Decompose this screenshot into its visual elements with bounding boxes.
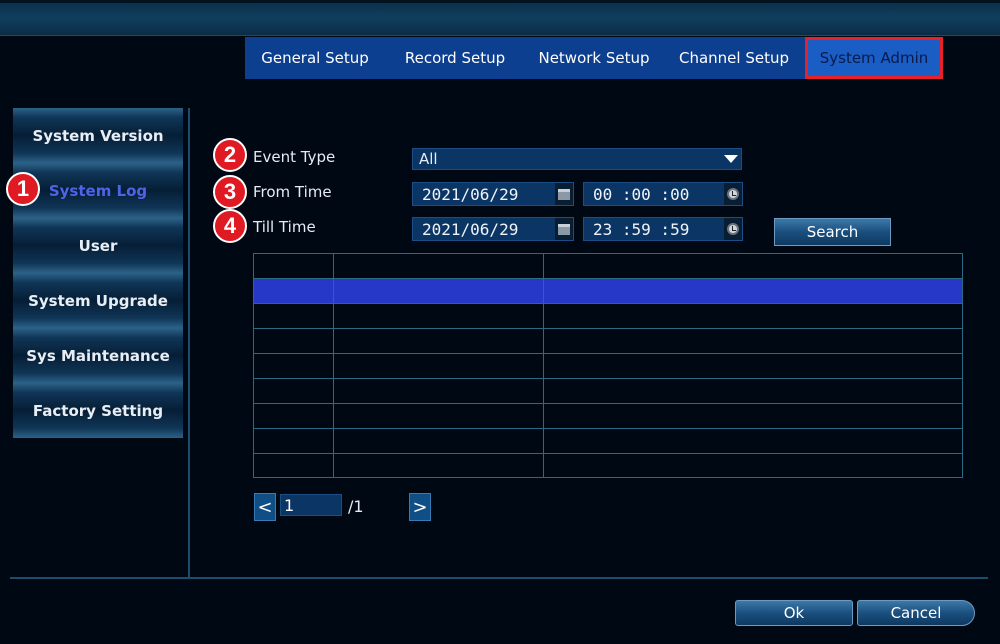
table-row[interactable]	[254, 429, 962, 454]
search-button[interactable]: Search	[774, 218, 891, 246]
till-date-value: 2021/06/29	[422, 219, 519, 239]
step-badge-4: 4	[213, 209, 247, 243]
chevron-down-icon[interactable]	[721, 149, 741, 169]
sidebar-item-user[interactable]: User	[13, 218, 183, 273]
step-badge-3: 3	[213, 175, 247, 209]
sidebar-item-factory-setting[interactable]: Factory Setting	[13, 383, 183, 438]
prev-page-button[interactable]: <	[254, 493, 276, 521]
clock-icon[interactable]	[724, 218, 742, 240]
sidebar-item-label: Factory Setting	[32, 401, 164, 420]
calendar-icon[interactable]	[555, 183, 573, 205]
tab-network-setup[interactable]: Network Setup	[525, 37, 663, 79]
tab-general-setup[interactable]: General Setup	[245, 37, 385, 79]
next-page-button[interactable]: >	[409, 493, 431, 521]
tab-system-admin[interactable]: System Admin	[805, 37, 943, 79]
event-type-label: Event Type	[253, 148, 336, 166]
event-type-select[interactable]: All	[412, 148, 742, 170]
calendar-icon[interactable]	[555, 218, 573, 240]
sidebar-item-system-upgrade[interactable]: System Upgrade	[13, 273, 183, 328]
step-badge-2: 2	[213, 138, 247, 172]
tab-channel-setup[interactable]: Channel Setup	[663, 37, 805, 79]
main-tabs: General Setup Record Setup Network Setup…	[245, 37, 943, 79]
sidebar-divider	[188, 108, 190, 578]
sidebar-item-system-version[interactable]: System Version	[13, 108, 183, 163]
from-time-value: 00 :00 :00	[593, 184, 690, 204]
table-row[interactable]	[254, 304, 962, 329]
sidebar-item-label: System Log	[48, 181, 148, 200]
page-number-input[interactable]: 1	[280, 494, 342, 516]
cancel-button[interactable]: Cancel	[857, 600, 975, 626]
table-row[interactable]	[254, 329, 962, 354]
from-time-label: From Time	[253, 183, 332, 201]
from-date-value: 2021/06/29	[422, 184, 519, 204]
log-table	[253, 253, 963, 478]
sidebar: System Version System Log User System Up…	[13, 108, 183, 438]
step-badge-1: 1	[6, 172, 40, 206]
table-row[interactable]	[254, 379, 962, 404]
till-time-field[interactable]: 23 :59 :59	[583, 217, 743, 241]
till-date-field[interactable]: 2021/06/29	[412, 217, 574, 241]
from-time-field[interactable]: 00 :00 :00	[583, 182, 743, 206]
from-date-field[interactable]: 2021/06/29	[412, 182, 574, 206]
table-row[interactable]	[254, 254, 962, 279]
table-row[interactable]	[254, 404, 962, 429]
page-total: /1	[348, 497, 364, 516]
table-row[interactable]	[254, 454, 962, 479]
table-row[interactable]	[254, 354, 962, 379]
sidebar-item-label: User	[78, 236, 118, 255]
event-type-value: All	[419, 150, 438, 168]
tab-record-setup[interactable]: Record Setup	[385, 37, 525, 79]
sidebar-item-label: System Upgrade	[28, 291, 168, 310]
sidebar-item-label: Sys Maintenance	[26, 346, 170, 365]
ok-button[interactable]: Ok	[735, 600, 853, 626]
clock-icon[interactable]	[724, 183, 742, 205]
footer-divider	[10, 577, 988, 579]
title-bar	[0, 0, 1000, 36]
till-time-value: 23 :59 :59	[593, 219, 690, 239]
till-time-label: Till Time	[253, 218, 316, 236]
sidebar-item-sys-maintenance[interactable]: Sys Maintenance	[13, 328, 183, 383]
sidebar-item-label: System Version	[32, 126, 164, 145]
table-row-selected[interactable]	[254, 279, 962, 304]
